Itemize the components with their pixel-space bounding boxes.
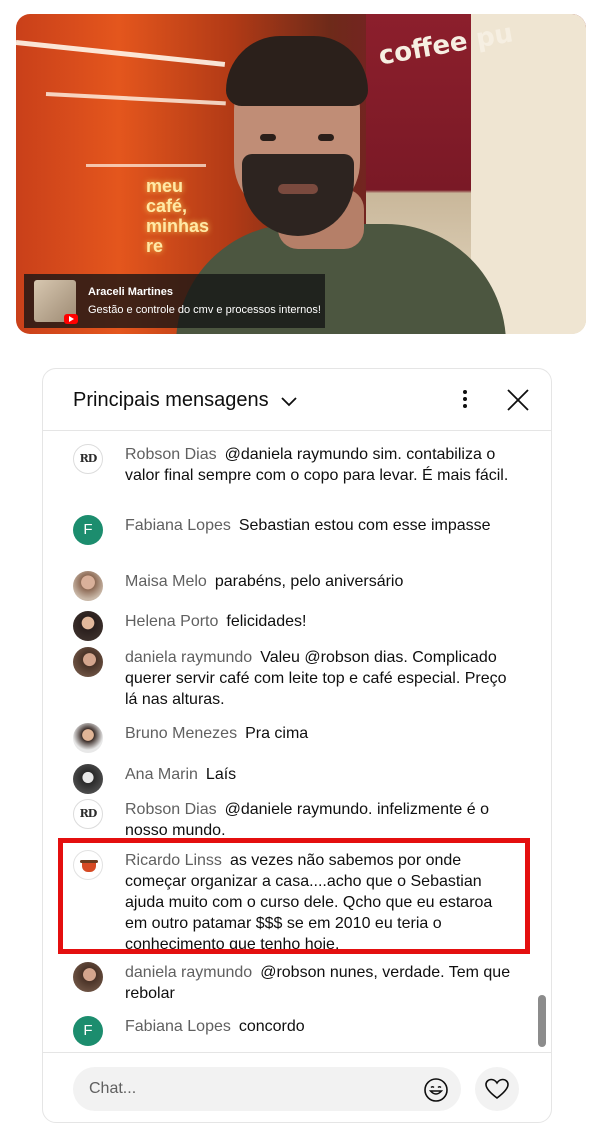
presenter-eye [260, 134, 276, 141]
speaker-thumbnail [34, 280, 78, 324]
avatar [73, 962, 103, 992]
avatar [73, 723, 103, 753]
message-text: concordo [238, 1018, 305, 1035]
live-chat-panel: Principais mensagens RD Robson Dias @dani… [42, 368, 552, 1123]
avatar [73, 647, 103, 677]
like-button[interactable] [475, 1067, 519, 1111]
message-author[interactable]: Maisa Melo [125, 573, 207, 590]
chat-message: daniela raymundo Valeu @robson dias. Comp… [73, 647, 513, 710]
highlight-box [58, 838, 530, 954]
message-text: Pra cima [245, 725, 309, 742]
message-author[interactable]: daniela raymundo [125, 964, 252, 981]
message-text: Sebastian estou com esse impasse [238, 517, 491, 534]
message-author[interactable]: Fabiana Lopes [125, 1018, 231, 1035]
avatar [73, 611, 103, 641]
ceiling-light [45, 92, 226, 106]
chat-message-list[interactable]: RD Robson Dias @daniela raymundo sim. con… [43, 432, 551, 1052]
avatar [73, 764, 103, 794]
message-author[interactable]: Robson Dias [125, 801, 217, 818]
message-author[interactable]: Fabiana Lopes [125, 517, 231, 534]
emoji-icon[interactable] [423, 1077, 449, 1103]
neon-line: minhas [146, 216, 210, 236]
neon-line: meu [146, 176, 184, 196]
message-author[interactable]: Ana Marin [125, 766, 198, 783]
chat-input[interactable] [73, 1067, 461, 1111]
avatar [73, 571, 103, 601]
message-text: parabéns, pelo aniversário [214, 573, 404, 590]
avatar: F [73, 1016, 103, 1046]
chat-message: Maisa Melo parabéns, pelo aniversário [73, 571, 513, 601]
chat-scrollbar[interactable] [538, 995, 546, 1047]
chat-message: Bruno Menezes Pra cima [73, 723, 513, 753]
ceiling-light [86, 164, 206, 167]
chat-message: F Fabiana Lopes Sebastian estou com esse … [73, 515, 513, 545]
heart-icon [485, 1078, 509, 1100]
chat-message: F Fabiana Lopes concordo [73, 1016, 513, 1046]
lower-third-overlay: Araceli Martines Gestão e controle do cm… [24, 274, 325, 328]
presenter-eye [318, 134, 334, 141]
chat-mode-title[interactable]: Principais mensagens [73, 389, 269, 412]
neon-line: re [146, 236, 164, 256]
avatar: F [73, 515, 103, 545]
chat-message: Helena Porto felicidades! [73, 611, 513, 641]
logo-icon: RD [73, 799, 103, 829]
message-author[interactable]: Helena Porto [125, 613, 218, 630]
message-author[interactable]: Robson Dias [125, 446, 217, 463]
chat-message: RD Robson Dias @daniela raymundo sim. con… [73, 444, 513, 486]
message-author[interactable]: daniela raymundo [125, 649, 252, 666]
ceiling-light [16, 40, 226, 67]
chat-message: Ana Marin Laís [73, 764, 513, 794]
logo-icon: RD [73, 444, 103, 474]
chat-header: Principais mensagens [43, 369, 551, 431]
speaker-name: Araceli Martines [88, 285, 173, 298]
message-text: Laís [205, 766, 237, 783]
close-icon[interactable] [503, 385, 533, 415]
message-author[interactable]: Bruno Menezes [125, 725, 237, 742]
neon-sign: meu café, minhas re [146, 176, 209, 256]
message-text: felicidades! [226, 613, 307, 630]
presenter-hair [226, 36, 368, 106]
chat-message: daniela raymundo @robson nunes, verdade. … [73, 962, 513, 1004]
chat-message: RD Robson Dias @daniele raymundo. infeliz… [73, 799, 513, 841]
chevron-down-icon[interactable] [279, 391, 299, 411]
chat-input-bar [43, 1052, 551, 1122]
more-vert-icon[interactable] [451, 385, 479, 415]
youtube-icon [64, 314, 78, 324]
presenter-mouth [278, 184, 318, 194]
speaker-description: Gestão e controle do cmv e processos int… [88, 303, 321, 316]
neon-line: café, [146, 196, 188, 216]
